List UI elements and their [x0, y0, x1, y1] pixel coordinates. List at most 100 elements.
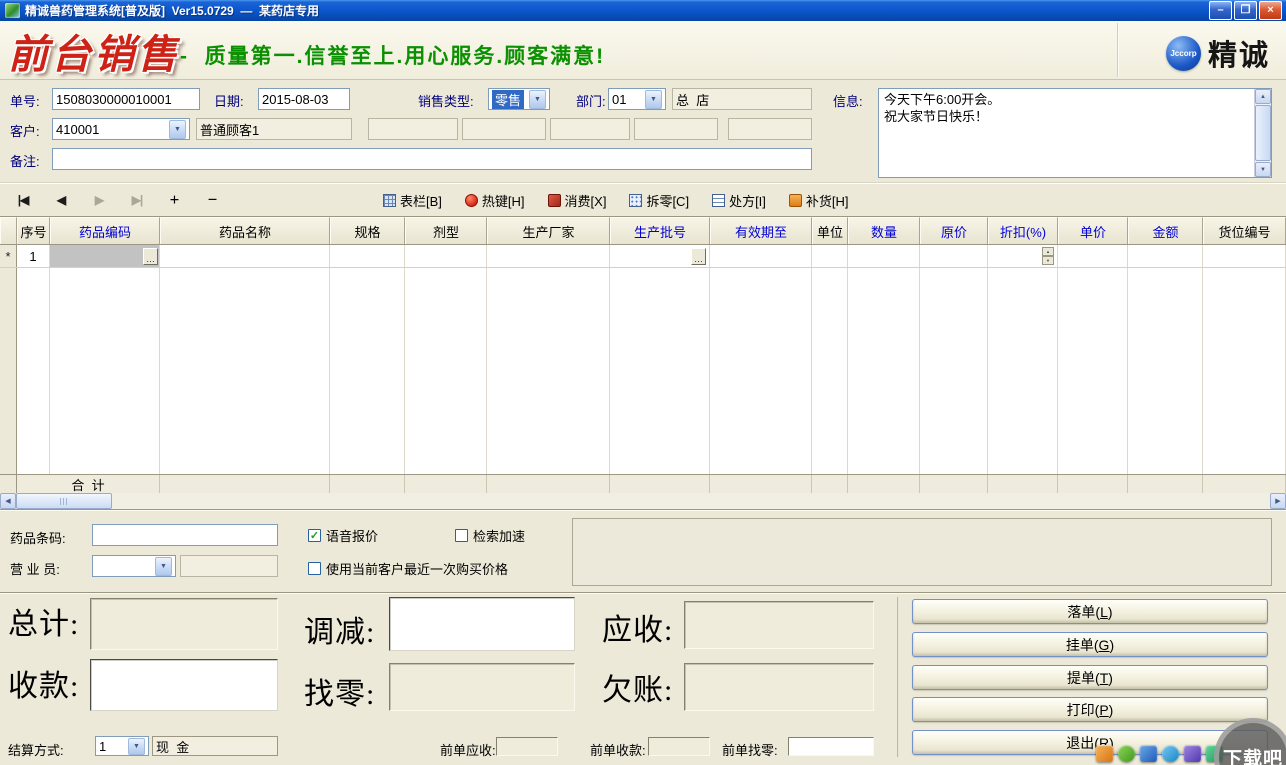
maximize-button[interactable]: ❐ — [1234, 1, 1257, 20]
header-slogan: - 质量第一.信誉至上.用心服务.顾客满意! — [180, 45, 606, 68]
maximize-icon: ❐ — [1240, 4, 1251, 16]
col-header-seq[interactable]: 序号 — [17, 217, 50, 244]
col-header-expiry[interactable]: 有效期至 — [710, 217, 812, 244]
prev-record-button[interactable]: ◀ — [46, 188, 76, 212]
info-message-box[interactable]: 今天下午6:00开会。 祝大家节日快乐！ ▲ ▼ — [878, 88, 1272, 178]
col-header-shelf-no[interactable]: 货位编号 — [1203, 217, 1286, 244]
columns-button[interactable]: 表栏[B] — [378, 188, 447, 212]
search-speed-checkbox[interactable]: 检索加速 — [455, 526, 525, 545]
received-input-box[interactable] — [90, 659, 278, 711]
retrieve-order-button[interactable]: 提单T — [912, 665, 1268, 690]
add-row-button[interactable]: + — [160, 188, 190, 212]
barcode-label: 药品条码: — [10, 531, 66, 546]
cell-expiry[interactable] — [710, 245, 812, 267]
scroll-down-button[interactable]: ▼ — [1255, 162, 1271, 177]
drop-order-button[interactable]: 落单L — [912, 599, 1268, 624]
col-header-orig-price[interactable]: 原价 — [920, 217, 988, 244]
row-selector-header — [0, 217, 17, 244]
hscroll-track[interactable] — [112, 493, 1270, 509]
batch-lookup-button[interactable]: … — [691, 247, 706, 265]
settle-method-label: 结算方式: — [8, 743, 64, 758]
chevron-down-icon[interactable]: ▼ — [155, 556, 172, 576]
col-header-unit[interactable]: 单位 — [812, 217, 848, 244]
col-header-drug-name[interactable]: 药品名称 — [160, 217, 330, 244]
col-header-manufacturer[interactable]: 生产厂家 — [487, 217, 610, 244]
lookup-button[interactable]: … — [143, 247, 158, 265]
customer-name-field: 普通顾客1 — [196, 118, 352, 140]
minimize-button[interactable]: – — [1209, 1, 1232, 20]
consume-button[interactable]: 消费[X] — [543, 188, 612, 212]
col-header-drug-code[interactable]: 药品编码 — [50, 217, 160, 244]
voice-quote-checkbox[interactable]: ✓ 语音报价 — [308, 526, 378, 545]
chevron-down-icon[interactable]: ▼ — [128, 737, 145, 755]
extra-field-1 — [368, 118, 458, 140]
clerk-combo[interactable]: ▼ — [92, 555, 176, 577]
info-scroll-thumb[interactable] — [1255, 105, 1271, 161]
adjust-input-box[interactable] — [389, 597, 575, 651]
dept-combo[interactable]: 01 ▼ — [608, 88, 666, 110]
cell-shelf-no[interactable] — [1203, 245, 1286, 267]
col-header-discount[interactable]: 折扣(%) — [988, 217, 1058, 244]
cell-discount[interactable]: ▲ ▼ — [988, 245, 1058, 267]
prescription-icon — [712, 193, 726, 207]
discount-spinner[interactable]: ▲ ▼ — [1042, 247, 1054, 265]
cell-amount[interactable] — [1128, 245, 1203, 267]
total-row-cell — [405, 475, 487, 493]
order-number-field[interactable]: 1508030000010001 — [52, 88, 200, 110]
next-record-button[interactable]: ▶ — [84, 188, 114, 212]
chevron-down-icon[interactable]: ▼ — [645, 89, 662, 109]
cell-unit-price[interactable] — [1058, 245, 1128, 267]
sale-type-combo[interactable]: 零售 ▼ — [488, 88, 550, 110]
hscroll-thumb[interactable] — [16, 493, 112, 509]
cell-drug-code[interactable]: … — [50, 245, 160, 267]
cell-manufacturer[interactable] — [487, 245, 610, 267]
col-header-unit-price[interactable]: 单价 — [1058, 217, 1128, 244]
split-button[interactable]: 拆零[C] — [624, 188, 694, 212]
scroll-up-button[interactable]: ▲ — [1255, 89, 1271, 104]
hotkey-button[interactable]: 热键[H] — [460, 188, 530, 212]
empty-cell — [848, 268, 920, 474]
chevron-down-icon[interactable]: ▼ — [169, 119, 186, 139]
cell-drug-name[interactable] — [160, 245, 330, 267]
grid-row-1[interactable]: * 1 … … ▲ ▼ — [0, 245, 1286, 268]
cell-orig-price[interactable] — [920, 245, 988, 267]
delete-row-button[interactable]: − — [198, 188, 228, 212]
cell-dosage-form[interactable] — [405, 245, 487, 267]
cell-seq: 1 — [17, 245, 50, 267]
last-record-button[interactable]: ▶| — [122, 188, 152, 212]
first-record-button[interactable]: |◀ — [8, 188, 38, 212]
remark-field[interactable] — [52, 148, 812, 170]
settle-method-combo[interactable]: 1 ▼ — [95, 736, 149, 756]
prev-change-box — [788, 737, 874, 756]
barcode-input[interactable] — [92, 524, 278, 546]
replenish-button[interactable]: 补货[H] — [784, 188, 854, 212]
date-field[interactable]: 2015-08-03 — [258, 88, 350, 110]
col-header-spec[interactable]: 规格 — [330, 217, 405, 244]
total-row-cell — [1128, 475, 1203, 493]
close-icon: × — [1267, 4, 1274, 16]
titlebar: 精诚兽药管理系统[普及版] Ver15.0729 — 某药店专用 – ❐ × — [0, 0, 1286, 21]
prev-due-label: 前单应收: — [440, 743, 496, 758]
order-form: 单号: 1508030000010001 日期: 2015-08-03 销售类型… — [0, 80, 1286, 182]
prescription-button[interactable]: 处方[I] — [707, 188, 771, 212]
cell-spec[interactable] — [330, 245, 405, 267]
scroll-left-button[interactable]: ◀ — [0, 493, 16, 509]
col-header-batch-no[interactable]: 生产批号 — [610, 217, 710, 244]
cell-unit[interactable] — [812, 245, 848, 267]
col-header-dosage-form[interactable]: 剂型 — [405, 217, 487, 244]
info-scrollbar[interactable]: ▲ ▼ — [1254, 89, 1271, 177]
watermark-text: 下载吧 — [1222, 748, 1283, 765]
scroll-right-button[interactable]: ▶ — [1270, 493, 1286, 509]
customer-combo[interactable]: 410001 ▼ — [52, 118, 190, 140]
col-header-amount[interactable]: 金额 — [1128, 217, 1203, 244]
chevron-down-icon[interactable]: ▼ — [529, 89, 546, 109]
hold-order-button[interactable]: 挂单G — [912, 632, 1268, 657]
print-button[interactable]: 打印P — [912, 697, 1268, 722]
cell-qty[interactable] — [848, 245, 920, 267]
cell-batch-no[interactable]: … — [610, 245, 710, 267]
col-header-qty[interactable]: 数量 — [848, 217, 920, 244]
close-button[interactable]: × — [1259, 1, 1282, 20]
last-price-checkbox[interactable]: 使用当前客户最近一次购买价格 — [308, 559, 508, 578]
horizontal-scrollbar[interactable]: ◀ ▶ — [0, 493, 1286, 509]
app-window: 精诚兽药管理系统[普及版] Ver15.0729 — 某药店专用 – ❐ × 前… — [0, 0, 1286, 765]
